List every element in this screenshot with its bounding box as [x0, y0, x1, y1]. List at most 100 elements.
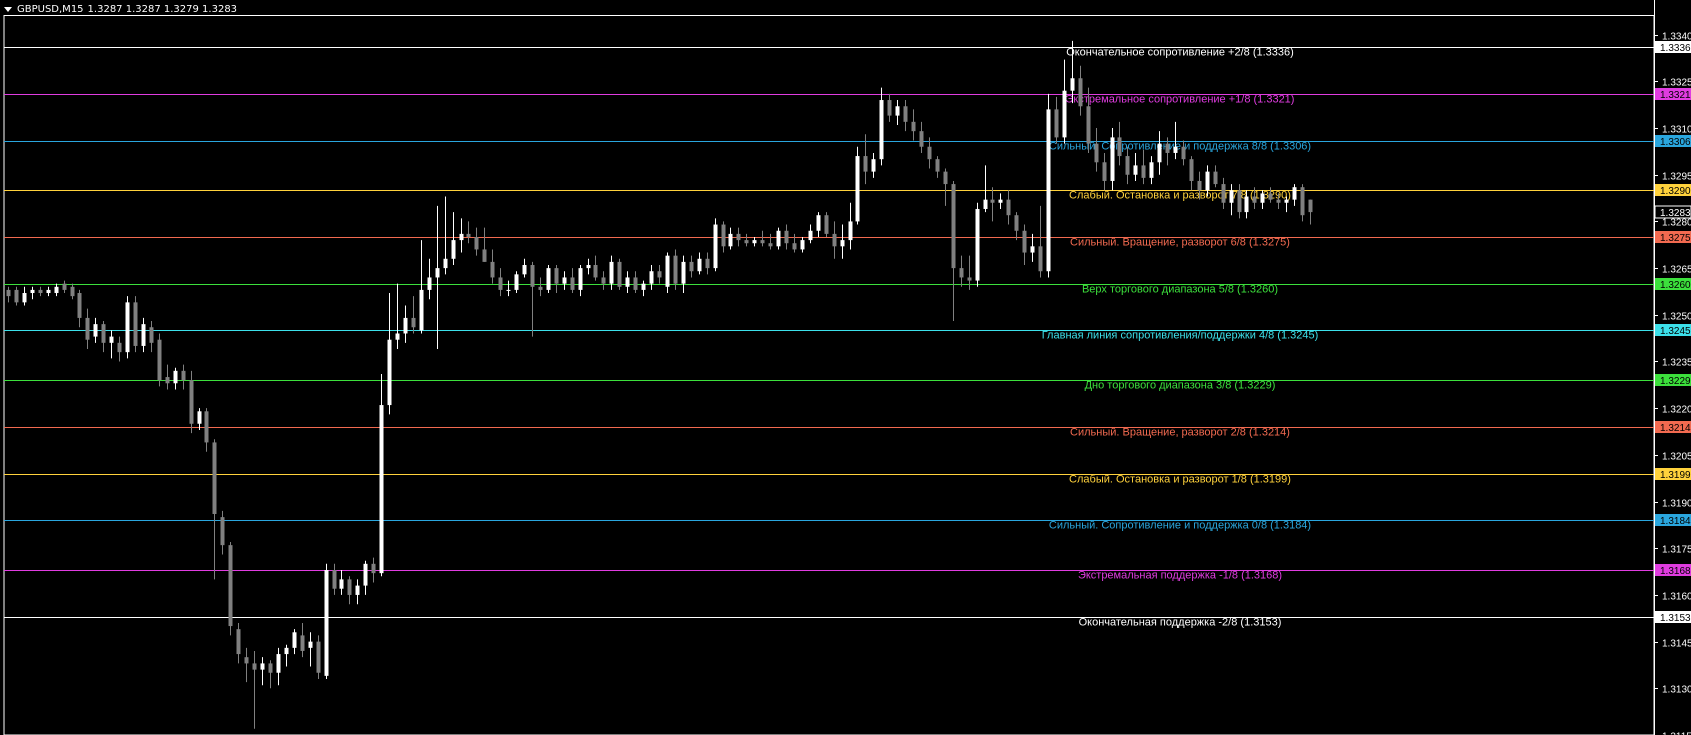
candle [617, 258, 622, 290]
candle [197, 408, 202, 430]
candle-body [371, 563, 376, 574]
candle-body [1213, 171, 1218, 185]
candle-body [554, 268, 559, 284]
candle-body [1165, 143, 1170, 153]
level-price-tag-label-2: 1.3306 [1660, 137, 1691, 148]
candle-body [316, 641, 321, 673]
candle-body [308, 641, 313, 648]
candle-body [109, 336, 114, 343]
axis-tick-label: 1.3235 [1662, 358, 1691, 369]
candle-body [1252, 196, 1257, 203]
candle-body [506, 289, 511, 291]
axis-tick-label: 1.3160 [1662, 592, 1691, 603]
candle-body [189, 380, 194, 424]
candle [990, 187, 995, 222]
candle [427, 258, 432, 300]
candle-body [54, 286, 59, 294]
candle-body [466, 233, 471, 237]
candle [157, 333, 162, 387]
candle-body [784, 230, 789, 244]
dropdown-arrow-icon[interactable] [4, 6, 12, 12]
candle-body [1117, 137, 1122, 157]
plot-frame [3, 15, 1655, 735]
candle-body [38, 289, 43, 294]
candle-body [1022, 230, 1027, 253]
candle [713, 218, 718, 272]
candle [77, 289, 82, 328]
price-chart[interactable]: Окончательное сопротивление +2/8 (1.3336… [0, 0, 1691, 735]
price-axis: 1.3340 1.3325 1.3310 1.3295 1.3280 1.3265 1.32… [1654, 0, 1691, 735]
levels-layer: Окончательное сопротивление +2/8 (1.3336… [3, 15, 1655, 735]
level-price-tag-label-3: 1.3290 [1660, 186, 1691, 197]
candle-body [609, 261, 614, 284]
candle-body [459, 233, 464, 241]
candle [911, 109, 916, 141]
candle-body [268, 663, 273, 673]
candle-body [895, 106, 900, 116]
candle [792, 233, 797, 253]
candle [1014, 212, 1019, 241]
candle-body [443, 258, 448, 269]
candle [657, 265, 662, 284]
candle-body [149, 327, 154, 343]
candle-body [1038, 246, 1043, 272]
candle-body [593, 265, 598, 278]
candle [62, 280, 67, 294]
candle [451, 212, 456, 266]
candle [189, 370, 194, 434]
candle [109, 330, 114, 359]
candle-body [204, 411, 209, 443]
candle-body [1173, 146, 1178, 153]
candle [1102, 152, 1107, 191]
candle-body [117, 342, 122, 353]
candle-body [792, 243, 797, 250]
candle-body [705, 258, 710, 269]
candle [538, 277, 543, 297]
candle [165, 364, 170, 390]
candle [1157, 131, 1162, 175]
candle [181, 364, 186, 390]
candle-body [157, 339, 162, 381]
candle [133, 296, 138, 353]
candle [760, 230, 765, 247]
candle-body [1189, 159, 1194, 181]
candle [101, 321, 106, 353]
axis-tick-label: 1.3280 [1662, 218, 1691, 229]
chart-window[interactable]: Окончательное сопротивление +2/8 (1.3336… [0, 0, 1691, 735]
level-price-tag-label-10: 1.3184 [1660, 516, 1691, 527]
candle-body [713, 224, 718, 269]
candle-body [6, 289, 11, 297]
axis-tick-label: 1.3130 [1662, 685, 1691, 696]
murrey-level-label-9: Слабый. Остановка и разворот 1/8 (1.3199… [1069, 474, 1291, 486]
candle [681, 255, 686, 294]
candle-body [824, 215, 829, 234]
candle-body [474, 236, 479, 250]
candle-body [633, 277, 638, 290]
candle [149, 321, 154, 353]
candle [689, 255, 694, 278]
candle-body [244, 657, 249, 664]
candle-body [816, 215, 821, 231]
candle-body [93, 324, 98, 337]
axis-tick-label: 1.3115 [1662, 732, 1691, 735]
murrey-level-label-11: Экстремальная поддержка -1/8 (1.3168) [1078, 570, 1282, 582]
candle [586, 258, 591, 275]
candle [633, 271, 638, 294]
candle [871, 152, 876, 178]
axis-tick-label: 1.3220 [1662, 405, 1691, 416]
candle [403, 305, 408, 343]
candle [300, 622, 305, 658]
level-price-tag-label-11: 1.3168 [1660, 566, 1691, 577]
symbol-label: GBPUSD,M15 [17, 3, 84, 15]
candle [387, 293, 392, 415]
candle [752, 236, 757, 247]
candle-body [649, 271, 654, 284]
candle [1292, 184, 1297, 206]
axis-tick-label: 1.3340 [1662, 32, 1691, 43]
candle [832, 221, 837, 259]
candle-body [935, 159, 940, 172]
murrey-level-label-1: Экстремальное сопротивление +1/8 (1.3321… [1066, 94, 1295, 106]
candle [347, 576, 352, 605]
candle-body [1046, 109, 1051, 272]
candle-body [451, 240, 456, 259]
